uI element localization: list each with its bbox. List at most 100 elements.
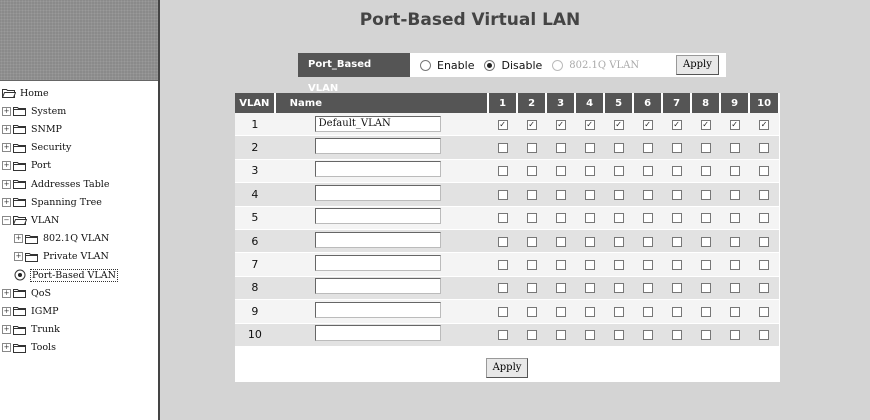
tree-item-igmp[interactable]: + IGMP xyxy=(2,302,58,320)
enable-radio[interactable] xyxy=(420,59,431,71)
port-checkbox[interactable] xyxy=(671,236,682,247)
apply-mode-button[interactable]: Apply xyxy=(676,55,719,75)
expand-icon[interactable]: + xyxy=(2,143,11,153)
port-checkbox[interactable] xyxy=(671,166,682,177)
port-checkbox[interactable] xyxy=(642,236,653,247)
port-checkbox[interactable] xyxy=(700,213,711,224)
expand-icon[interactable]: + xyxy=(14,234,23,244)
port-checkbox[interactable] xyxy=(497,189,508,200)
port-checkbox[interactable] xyxy=(584,166,595,177)
port-checkbox[interactable] xyxy=(584,189,595,200)
port-checkbox[interactable] xyxy=(759,283,770,294)
port-checkbox[interactable] xyxy=(555,143,566,154)
disable-radio[interactable] xyxy=(484,59,496,71)
port-checkbox-checked[interactable]: ✓ xyxy=(584,119,595,130)
port-checkbox[interactable] xyxy=(642,143,653,154)
port-checkbox[interactable] xyxy=(526,236,537,247)
port-checkbox[interactable] xyxy=(642,330,653,341)
port-checkbox[interactable] xyxy=(729,260,740,271)
port-checkbox[interactable] xyxy=(613,260,624,271)
port-checkbox[interactable] xyxy=(497,143,508,154)
port-checkbox[interactable] xyxy=(526,260,537,271)
port-checkbox[interactable] xyxy=(497,330,508,341)
port-checkbox[interactable] xyxy=(759,236,770,247)
vlan-name-input[interactable] xyxy=(314,138,441,155)
port-checkbox[interactable] xyxy=(497,260,508,271)
tree-item-home[interactable]: Home xyxy=(1,84,49,102)
port-checkbox[interactable] xyxy=(759,143,770,154)
port-checkbox[interactable] xyxy=(729,143,740,154)
port-checkbox-checked[interactable]: ✓ xyxy=(613,119,624,130)
port-checkbox[interactable] xyxy=(671,189,682,200)
disable-option[interactable]: Disable xyxy=(484,59,542,72)
tree-item-port-based-vlan[interactable]: Port-Based VLAN xyxy=(14,266,118,284)
tree-item-vlan[interactable]: − VLAN xyxy=(2,211,59,229)
port-checkbox[interactable] xyxy=(497,166,508,177)
expand-icon[interactable]: + xyxy=(2,325,11,335)
port-checkbox[interactable] xyxy=(671,330,682,341)
port-checkbox[interactable] xyxy=(584,260,595,271)
port-checkbox[interactable] xyxy=(729,189,740,200)
port-checkbox[interactable] xyxy=(700,166,711,177)
port-checkbox[interactable] xyxy=(759,213,770,224)
tree-item-port[interactable]: + Port xyxy=(2,157,51,175)
vlan-name-input[interactable] xyxy=(314,161,441,178)
tree-item-private-vlan[interactable]: + Private VLAN xyxy=(14,248,109,266)
port-checkbox[interactable] xyxy=(729,283,740,294)
port-checkbox-checked[interactable]: ✓ xyxy=(497,119,508,130)
port-checkbox[interactable] xyxy=(613,213,624,224)
port-checkbox[interactable] xyxy=(497,306,508,317)
port-checkbox[interactable] xyxy=(613,166,624,177)
port-checkbox[interactable] xyxy=(584,213,595,224)
port-checkbox[interactable] xyxy=(642,213,653,224)
expand-icon[interactable]: + xyxy=(2,161,11,171)
vlan-name-input[interactable] xyxy=(314,208,441,225)
port-checkbox[interactable] xyxy=(700,143,711,154)
tree-item-system[interactable]: + System xyxy=(2,102,66,120)
port-checkbox[interactable] xyxy=(613,236,624,247)
port-checkbox-checked[interactable]: ✓ xyxy=(555,119,566,130)
vlan-name-input[interactable] xyxy=(314,231,441,248)
port-checkbox[interactable] xyxy=(613,283,624,294)
port-checkbox[interactable] xyxy=(497,213,508,224)
port-checkbox[interactable] xyxy=(584,236,595,247)
port-checkbox[interactable] xyxy=(671,213,682,224)
port-checkbox[interactable] xyxy=(526,189,537,200)
expand-icon[interactable]: + xyxy=(2,343,11,353)
expand-icon[interactable]: + xyxy=(2,288,11,298)
port-checkbox[interactable] xyxy=(671,283,682,294)
port-checkbox[interactable] xyxy=(526,143,537,154)
port-checkbox[interactable] xyxy=(642,189,653,200)
expand-icon[interactable]: + xyxy=(2,306,11,316)
port-checkbox-checked[interactable]: ✓ xyxy=(729,119,740,130)
expand-icon[interactable]: + xyxy=(14,252,23,262)
port-checkbox[interactable] xyxy=(584,306,595,317)
vlan-name-input[interactable] xyxy=(314,325,441,342)
vlan-name-input[interactable]: Default_VLAN xyxy=(314,116,441,133)
port-checkbox-checked[interactable]: ✓ xyxy=(671,119,682,130)
port-checkbox[interactable] xyxy=(555,166,566,177)
port-checkbox[interactable] xyxy=(729,306,740,317)
vlan-name-input[interactable] xyxy=(314,184,441,201)
port-checkbox[interactable] xyxy=(497,236,508,247)
port-checkbox[interactable] xyxy=(642,306,653,317)
port-checkbox-checked[interactable]: ✓ xyxy=(759,119,770,130)
port-checkbox[interactable] xyxy=(613,143,624,154)
port-checkbox[interactable] xyxy=(613,306,624,317)
port-checkbox[interactable] xyxy=(584,283,595,294)
port-checkbox[interactable] xyxy=(700,283,711,294)
port-checkbox-checked[interactable]: ✓ xyxy=(526,119,537,130)
port-checkbox[interactable] xyxy=(700,260,711,271)
tree-item-tools[interactable]: + Tools xyxy=(2,339,56,357)
tree-item-security[interactable]: + Security xyxy=(2,139,71,157)
port-checkbox[interactable] xyxy=(526,330,537,341)
expand-icon[interactable]: + xyxy=(2,179,11,189)
port-checkbox[interactable] xyxy=(671,260,682,271)
port-checkbox[interactable] xyxy=(642,166,653,177)
expand-icon[interactable]: + xyxy=(2,197,11,207)
port-checkbox[interactable] xyxy=(700,306,711,317)
tree-item-802-1q-vlan[interactable]: +802.1Q VLAN xyxy=(14,230,109,248)
port-checkbox[interactable] xyxy=(555,236,566,247)
port-checkbox[interactable] xyxy=(729,236,740,247)
tree-item-addresses-table[interactable]: + Addresses Table xyxy=(2,175,109,193)
